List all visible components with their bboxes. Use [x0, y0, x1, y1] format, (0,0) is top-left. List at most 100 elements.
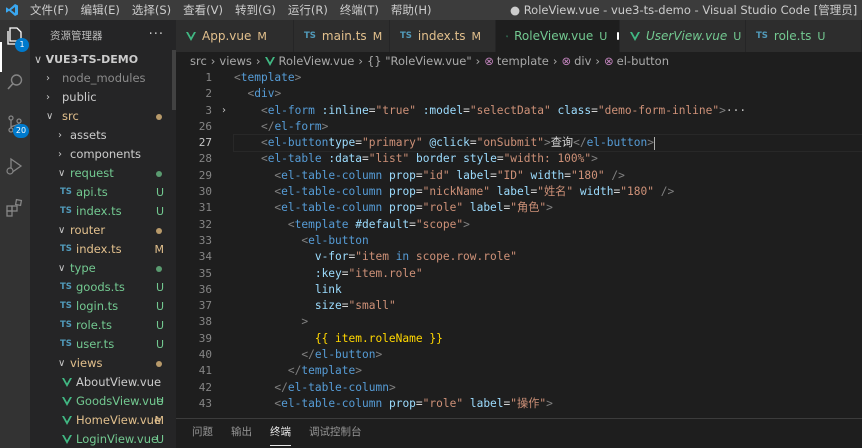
code-line: </el-table-column>	[274, 380, 396, 394]
fold-gutter: ›	[222, 70, 234, 119]
tab-app-vue[interactable]: App.vue M	[176, 20, 294, 52]
typescript-icon: TS	[60, 320, 72, 330]
explorer-title: 资源管理器	[50, 29, 103, 42]
tree-file-goodsview-vue[interactable]: GoodsView.vue U	[30, 392, 176, 411]
untracked-dot	[156, 171, 162, 177]
code-line: <template #default="scope">	[287, 217, 470, 231]
symbol-field-icon: ⊗	[484, 54, 494, 68]
modified-dot	[156, 228, 162, 234]
tree-file-role-ts[interactable]: TS role.ts U	[30, 316, 176, 335]
menu-go[interactable]: 转到(G)	[229, 0, 282, 20]
breadcrumb-views[interactable]: views	[219, 54, 251, 68]
chevron-down-icon: ∨	[58, 168, 66, 179]
tree-folder-public[interactable]: › public	[30, 88, 176, 107]
tree-file-api-ts[interactable]: TS api.ts U	[30, 183, 176, 202]
tree-file-index-ts[interactable]: TS index.ts U	[30, 202, 176, 221]
breadcrumb-module[interactable]: {} "RoleView.vue"	[367, 54, 472, 68]
tree-file-login-ts[interactable]: TS login.ts U	[30, 297, 176, 316]
tree-folder-src[interactable]: ∨ src	[30, 107, 176, 126]
code-line: <div>	[247, 87, 282, 101]
tree-file-loginview-vue[interactable]: LoginView.vue U	[30, 430, 176, 448]
tree-file-router-index-ts[interactable]: TS index.ts M	[30, 240, 176, 259]
tab-output[interactable]: 输出	[231, 419, 252, 448]
chevron-right-icon: ›	[58, 130, 62, 141]
code-editor[interactable]: 1 2 3 26 27 28 29 30 31 32 33 34 35 36 3…	[176, 70, 862, 418]
code-line: :key="item.role"	[314, 266, 423, 280]
modified-dot	[156, 114, 162, 120]
vscode-logo-icon	[0, 0, 24, 20]
chevron-right-icon: ›	[358, 54, 363, 68]
code-line: <el-table-column prop="role" label="操作">	[274, 396, 553, 410]
tree-folder-type[interactable]: ∨ type	[30, 259, 176, 278]
tab-role-ts[interactable]: TS role.ts U	[746, 20, 862, 52]
tree-folder-node-modules[interactable]: › node_modules	[30, 69, 176, 88]
breadcrumb-src[interactable]: src	[190, 54, 207, 68]
menu-file[interactable]: 文件(F)	[24, 0, 75, 20]
tree-folder-components[interactable]: › components	[30, 145, 176, 164]
window-title: ● RoleView.vue - vue3-ts-demo - Visual S…	[510, 3, 858, 17]
tree-file-user-ts[interactable]: TS user.ts U	[30, 335, 176, 354]
chevron-right-icon: ›	[552, 54, 558, 68]
menu-view[interactable]: 查看(V)	[177, 0, 229, 20]
tab-roleview-vue[interactable]: RoleView.vue U	[496, 20, 620, 52]
menu-run[interactable]: 运行(R)	[282, 0, 334, 20]
typescript-icon: TS	[60, 301, 72, 311]
vue-file-icon	[186, 31, 196, 41]
vue-file-icon	[62, 397, 72, 406]
chevron-right-icon: ›	[210, 54, 216, 68]
tree-file-goods-ts[interactable]: TS goods.ts U	[30, 278, 176, 297]
code-line: link	[314, 282, 342, 296]
tree-file-homeview-vue[interactable]: HomeView.vue M	[30, 411, 176, 430]
active-indicator	[0, 42, 2, 72]
chevron-right-icon: ›	[58, 149, 62, 160]
vue-file-icon	[506, 35, 509, 37]
breadcrumb-div[interactable]: div	[574, 54, 591, 68]
chevron-right-icon: ›	[255, 54, 261, 68]
workspace-root[interactable]: ∨ VUE3-TS-DEMO	[30, 50, 176, 69]
menu-terminal[interactable]: 终端(T)	[334, 0, 385, 20]
source-control-icon[interactable]: 20	[3, 112, 29, 138]
code-line: {{ item.roleName }}	[314, 331, 443, 345]
tree-folder-views[interactable]: ∨ views	[30, 354, 176, 373]
bottom-panel-tabs: 问题 输出 终端 调试控制台	[176, 418, 862, 448]
code-line: <template>	[234, 71, 302, 84]
tree-folder-request[interactable]: ∨ request	[30, 164, 176, 183]
explorer-badge: 1	[15, 38, 29, 52]
search-icon[interactable]	[3, 70, 27, 94]
tab-main-ts[interactable]: TS main.ts M	[294, 20, 390, 52]
tab-index-ts[interactable]: TS index.ts M	[390, 20, 496, 52]
menu-selection[interactable]: 选择(S)	[126, 0, 177, 20]
menu-edit[interactable]: 编辑(E)	[75, 0, 126, 20]
extensions-icon[interactable]	[3, 196, 27, 220]
breadcrumb-el-button[interactable]: el-button	[617, 54, 669, 68]
typescript-icon: TS	[60, 244, 72, 254]
vue-file-icon	[62, 378, 72, 387]
chevron-right-icon[interactable]: ›	[222, 103, 234, 119]
title-bar: 文件(F) 编辑(E) 选择(S) 查看(V) 转到(G) 运行(R) 终端(T…	[0, 0, 862, 20]
untracked-dot	[156, 266, 162, 272]
tab-userview-vue[interactable]: UserView.vue U	[620, 20, 746, 52]
chevron-right-icon: ›	[46, 92, 50, 103]
breadcrumb-template[interactable]: template	[497, 54, 549, 68]
explorer-sidebar: 资源管理器 ··· ∨ VUE3-TS-DEMO › node_modules …	[30, 20, 176, 448]
explorer-icon[interactable]: 1	[3, 24, 29, 52]
menu-help[interactable]: 帮助(H)	[385, 0, 438, 20]
tree-folder-router[interactable]: ∨ router	[30, 221, 176, 240]
line-number-gutter: 1 2 3 26 27 28 29 30 31 32 33 34 35 36 3…	[198, 71, 212, 410]
tree-folder-assets[interactable]: › assets	[30, 126, 176, 145]
breadcrumb-file[interactable]: RoleView.vue	[279, 54, 355, 68]
tab-terminal[interactable]: 终端	[270, 419, 291, 448]
code-line: <el-form :inline="true" :model="selectDa…	[260, 103, 747, 117]
text-cursor	[653, 136, 655, 150]
unsaved-dot-icon[interactable]	[617, 32, 619, 40]
tab-debug-console[interactable]: 调试控制台	[309, 419, 362, 448]
tab-problems[interactable]: 问题	[192, 419, 213, 448]
typescript-icon: TS	[756, 31, 768, 41]
more-actions-icon[interactable]: ···	[149, 27, 164, 42]
scm-badge: 20	[13, 124, 29, 138]
breadcrumb: src › views › RoleView.vue › {} "RoleVie…	[176, 52, 862, 70]
symbol-field-icon: ⊗	[604, 54, 614, 68]
chevron-down-icon: ∨	[58, 225, 66, 236]
run-debug-icon[interactable]	[3, 154, 27, 178]
tree-file-aboutview-vue[interactable]: AboutView.vue	[30, 373, 176, 392]
